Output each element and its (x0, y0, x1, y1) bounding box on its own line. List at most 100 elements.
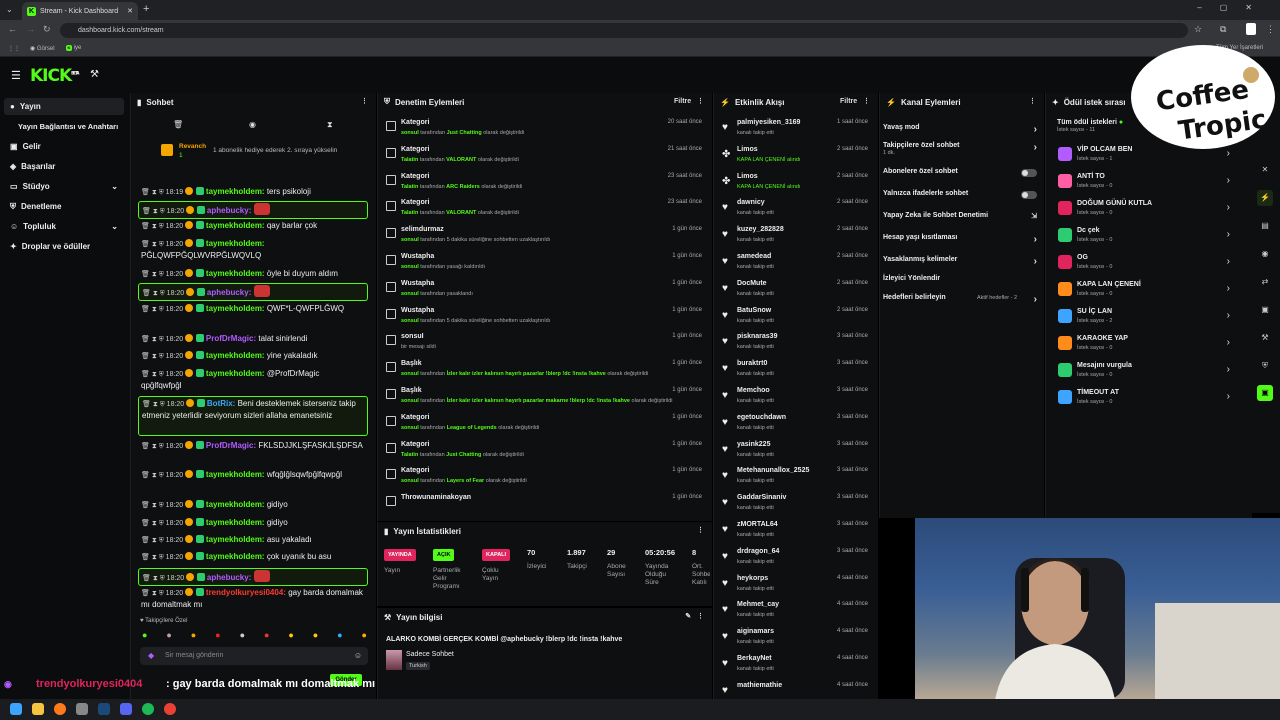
chat-bubble-icon[interactable]: ◉ (249, 120, 256, 129)
chat-username[interactable]: aphebucky: (207, 573, 251, 582)
filter-button[interactable]: Filtre ⋮ (674, 97, 704, 105)
chat-username[interactable]: taymekholdem: (206, 470, 265, 479)
chat-username[interactable]: aphebucky: (207, 288, 251, 297)
activity-item[interactable]: ♥ BerkayNet kanalı takip etti 4 saat önce (718, 653, 878, 680)
trash-icon[interactable]: 🗑 ⧗ ⛨ (141, 306, 166, 313)
banned-words[interactable]: Yasaklanmış kelimeler › (883, 256, 1043, 274)
chat-message[interactable]: 🗑 ⧗ ⛨ 18:20 taymekholdem: gidiyo (138, 498, 368, 512)
discord-icon[interactable] (120, 703, 132, 715)
activity-item[interactable]: ♥ GaddarSinaniv kanalı takip etti 3 saat ön… (718, 492, 878, 519)
chat-message[interactable]: 🗑 ⧗ ⛨ 18:20 taymekholdem: yine yakaladık (138, 349, 368, 363)
steam-icon[interactable] (98, 703, 110, 715)
tool-icon[interactable]: ▣ (1257, 385, 1273, 401)
trash-icon[interactable]: 🗑 ⧗ ⛨ (141, 336, 166, 343)
chat-username[interactable]: taymekholdem: (206, 269, 265, 278)
reload-icon[interactable]: ↻ (43, 24, 51, 35)
trash-icon[interactable]: 🗑 ⧗ ⛨ (141, 223, 166, 230)
chat-username[interactable]: BotRix: (207, 399, 235, 408)
activity-item[interactable]: ♥ palmiyesiken_3169 kanalı takip etti 1 saa… (718, 117, 878, 144)
moderation-item[interactable]: Başlık sonsuI tarafından İzler kalır izle… (380, 385, 710, 412)
reward-item[interactable]: Dc çek İstek sayısı - 0 › (1054, 225, 1234, 252)
activity-item[interactable]: ♥ DocMute kanalı takip etti 2 saat önce (718, 278, 878, 305)
activity-item[interactable]: ♥ Metehanunallox_2525 kanalı takip etti 3 s… (718, 465, 878, 492)
chat-message[interactable]: 🗑 ⧗ ⛨ 18:20 ProfDrMagic: FKLSDJJKLŞFASKJ… (138, 439, 368, 465)
moderation-item[interactable]: Throwunaminakoyan 1 gün önce (380, 492, 710, 519)
activity-item[interactable]: ♥ dawnicy kanalı takip etti 2 saat önce (718, 197, 878, 224)
kick-logo[interactable]: KICKBETA (30, 66, 79, 86)
nav-studyo[interactable]: ▭ Stüdyo ⌄ (4, 178, 124, 195)
chat-message[interactable]: 🗑 ⧗ ⛨ 18:19 taymekholdem: ters psikoloji (138, 185, 368, 199)
chat-message[interactable]: 🗑 ⧗ ⛨ 18:20 taymekholdem: @ProfDrMagic qp… (138, 367, 368, 393)
chat-message[interactable]: 🗑 ⧗ ⛨ 18:20 BotRix: Beni desteklemek ist… (138, 396, 368, 436)
chat-username[interactable]: aphebucky: (207, 206, 251, 215)
moderation-item[interactable]: Wustapha sonsuI tarafından yasağı kaldırı… (380, 251, 710, 278)
emote-picker-icon[interactable]: ◆ (148, 651, 154, 660)
ai-moderation[interactable]: Yapay Zeka ile Sohbet Denetimi ⇲ (883, 212, 1043, 230)
chat-message[interactable]: 🗑 ⧗ ⛨ 18:20 trendyolkuryesi0404: gay bar… (138, 586, 368, 612)
reward-item[interactable]: SU İÇ LAN İstek sayısı - 2 › (1054, 306, 1234, 333)
chat-menu-icon[interactable]: ⋮ (361, 97, 368, 105)
account-age-restriction[interactable]: Hesap yaşı kısıtlaması › (883, 234, 1043, 252)
emote-icon[interactable]: ● (191, 630, 196, 642)
chat-message[interactable]: 🗑 ⧗ ⛨ 18:20 taymekholdem: çok uyanık bu … (138, 550, 368, 564)
browser-tab[interactable]: K Stream - Kick Dashboard ✕ (22, 2, 138, 20)
chat-message[interactable]: 🗑 ⧗ ⛨ 18:20 taymekholdem: qay barlar çok (138, 219, 368, 233)
stats-menu-icon[interactable]: ⋮ (697, 526, 704, 534)
chat-message[interactable]: 🗑 ⧗ ⛨ 18:20 aphebucky: (138, 201, 368, 219)
nav-basarilar[interactable]: ◈ Başarılar (4, 158, 124, 175)
trash-icon[interactable]: 🗑 ⧗ ⛨ (141, 554, 166, 561)
activity-item[interactable]: ♥ kuzey_282828 kanalı takip etti 2 saat önc… (718, 224, 878, 251)
moderation-item[interactable]: Kategori sonsuI tarafından Layers of Fear… (380, 465, 710, 492)
nav-denetleme[interactable]: ⛨ Denetleme (4, 198, 124, 215)
moderation-item[interactable]: Kategori sonsuI tarafından League of Lege… (380, 412, 710, 439)
url-input[interactable]: dashboard.kick.com/stream (60, 23, 1188, 38)
reward-item[interactable]: KAPA LAN ÇENENİ İstek sayısı - 0 › (1054, 279, 1234, 306)
hamburger-icon[interactable]: ☰ (11, 69, 21, 82)
moderation-item[interactable]: Wustapha sonsuI tarafından 5 dakika sürel… (380, 305, 710, 332)
nav-topluluk[interactable]: ☺ Topluluk ⌄ (4, 218, 124, 235)
trash-icon[interactable]: 🗑 ⧗ ⛨ (141, 502, 166, 509)
tool-icon[interactable]: ⛨ (1257, 358, 1273, 374)
emote-icon[interactable]: ● (264, 630, 269, 642)
activity-item[interactable]: ♥ heykorps kanalı takip etti 4 saat önce (718, 573, 878, 600)
slow-mode[interactable]: Yavaş mod › (883, 124, 1043, 142)
nav-droplar[interactable]: ✦ Droplar ve ödüller (4, 238, 124, 255)
sub-only-chat[interactable]: Abonelere özel sohbet (883, 168, 1043, 186)
chat-username[interactable]: ProfDrMagic: (206, 334, 256, 343)
nav-yayin[interactable]: ● Yayın (4, 98, 124, 115)
window-controls[interactable]: –▢✕ (1197, 3, 1270, 12)
tool-icon[interactable]: ▣ (1257, 302, 1273, 318)
edit-icon[interactable]: ✎ ⋮ (685, 612, 704, 620)
apps-icon[interactable]: ⋮⋮ (8, 45, 20, 52)
tool-icon[interactable]: ◉ (1257, 246, 1273, 262)
moderation-item[interactable]: Kategori Talatin tarafından VALORANT olar… (380, 144, 710, 171)
raid-viewers[interactable]: İzleyici Yönlendir (883, 275, 1043, 293)
chat-input[interactable]: ◆ Sir mesaj gönderin ☺ (140, 647, 368, 665)
set-goals[interactable]: Hedefleri belirleyin Aktif hedefler - 2 › (883, 294, 1043, 312)
chrome-icon[interactable] (164, 703, 176, 715)
reward-item[interactable]: KARAOKE YAP İstek sayısı - 0 › (1054, 333, 1234, 360)
reward-item[interactable]: Mesajını vurgula İstek sayısı - 0 › (1054, 360, 1234, 387)
activity-filter-button[interactable]: Filtre ⋮ (840, 97, 870, 105)
trash-icon[interactable]: 🗑 ⧗ ⛨ (141, 520, 166, 527)
explorer-icon[interactable] (32, 703, 44, 715)
bookmark-gorsel[interactable]: ◉ Görsel (30, 45, 55, 52)
activity-item[interactable]: ♥ aiginamars kanalı takip etti 4 saat önce (718, 626, 878, 653)
windows-start-icon[interactable] (10, 703, 22, 715)
trash-icon[interactable]: 🗑 ⧗ ⛨ (141, 189, 166, 196)
trash-icon[interactable]: 🗑 (173, 120, 183, 129)
new-tab-icon[interactable]: + (143, 3, 149, 15)
activity-item[interactable]: ♥ drdragon_64 kanalı takip etti 3 saat önce (718, 546, 878, 573)
moderation-item[interactable]: Kategori Talatin tarafından VALORANT olar… (380, 197, 710, 224)
back-icon[interactable]: ← (8, 24, 17, 34)
trash-icon[interactable]: 🗑 ⧗ ⛨ (141, 271, 166, 278)
chat-message[interactable]: 🗑 ⧗ ⛨ 18:20 taymekholdem: öyle bi duyum … (138, 267, 368, 281)
profile-icon[interactable] (1246, 23, 1256, 35)
emote-only-toggle[interactable] (1021, 191, 1037, 199)
tool-icon[interactable]: ⚡ (1257, 190, 1273, 206)
sub-only-toggle[interactable] (1021, 169, 1037, 177)
moderation-item[interactable]: sonsuI bir mesajı sildi 1 gün önce (380, 331, 710, 358)
chat-username[interactable]: taymekholdem: (206, 221, 265, 230)
trash-icon[interactable]: 🗑 ⧗ ⛨ (141, 537, 166, 544)
chat-message[interactable]: 🗑 ⧗ ⛨ 18:20 taymekholdem: asu yakaladı (138, 533, 368, 547)
